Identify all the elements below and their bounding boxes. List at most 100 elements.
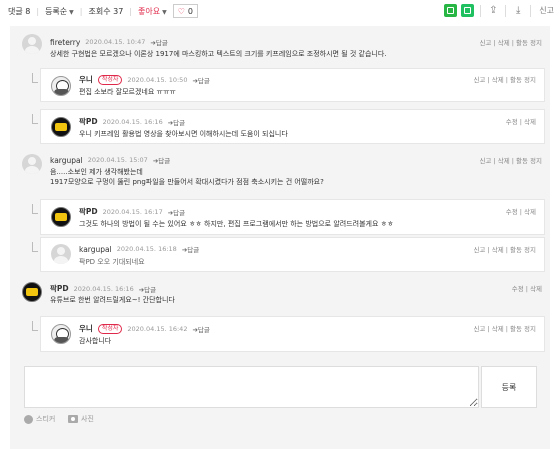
like-label: 좋아요 [138,6,161,16]
comment-actions[interactable]: 수정 | 삭제 [512,283,542,293]
reply-label: 답글 [158,157,171,165]
comment-count: 댓글 8 [8,6,31,16]
reply-button[interactable]: ➔답글 [150,37,167,47]
avatar[interactable] [51,324,71,344]
reply-label: 답글 [173,208,186,217]
reply-label: 답글 [197,325,210,334]
comment-toolbar: 댓글 8 | 등록순 ▼ | 조회수 37 | 좋아요 ▼ ♡ 0 ⇪ ⤓ 신고 [0,0,560,22]
reply-button[interactable]: ➔답글 [182,244,199,254]
comment-text-line: 음.....소보인 제가 생각해봤는데 [50,168,143,176]
report-button[interactable]: 신고 [539,5,554,16]
comment-actions[interactable]: 신고 | 삭제 | 활동 정지 [479,155,542,165]
comment-input[interactable] [24,366,479,408]
reply-item: 팍PD 2020.04.15. 16:17 ➔답글 그것도 하나의 방법이 될 … [32,199,545,235]
reply-label: 답글 [144,285,157,294]
comment-actions[interactable]: 신고 | 삭제 | 활동 정지 [473,323,536,333]
reply-arrow-icon [32,114,38,124]
camera-icon [68,415,78,423]
avatar[interactable] [22,282,42,302]
band-icon[interactable] [461,4,475,17]
avatar[interactable] [51,117,71,137]
comment-date: 2020.04.15. 16:16 [102,117,163,126]
reply-button[interactable]: ➔답글 [168,117,185,127]
like-button[interactable]: ♡ 0 [172,4,198,18]
toolbar-right: ⇪ ⤓ 신고 [444,4,554,17]
author-badge: 작성자 [97,74,123,85]
sticker-icon [24,414,33,424]
comment-date: 2020.04.15. 16:42 [127,324,188,333]
reply-button[interactable]: ➔답글 [168,207,185,217]
comment-author[interactable]: 팍PD [79,206,98,217]
reply-label: 답글 [173,118,186,127]
naver-cafe-icon[interactable] [444,4,458,17]
comment-item: 팍PD 2020.04.15. 16:16 ➔답글 유튜브로 한번 알려드릴게요… [10,276,550,312]
sticker-button[interactable]: 스티커 [24,414,55,424]
comment-text-line: 1917모양으로 구멍이 뚫린 png파일을 만들어서 확대시켰다가 점점 축소… [50,178,324,186]
comment-date: 2020.04.15. 16:18 [116,245,177,253]
reply-label: 답글 [155,39,168,47]
comment-actions[interactable]: 신고 | 삭제 | 활동 정지 [473,244,536,254]
reply-item: 팍PD 2020.04.15. 16:16 ➔답글 우니 키프레임 활용법 영상… [32,109,545,144]
heart-icon: ♡ [177,6,185,16]
view-count: 조회수 37 [88,6,124,16]
comment-text: 감사합니다 [79,337,112,345]
comment-actions[interactable]: 신고 | 삭제 | 활동 정지 [479,37,542,47]
reply-item: kargupal 2020.04.15. 16:18 ➔답글 팍PD 오오 기대… [32,237,545,272]
toolbar-left: 댓글 8 | 등록순 ▼ | 조회수 37 | 좋아요 ▼ ♡ 0 [0,4,198,18]
comment-actions[interactable]: 수정 | 삭제 [506,206,536,216]
comment-date: 2020.04.15. 10:50 [127,75,188,84]
comment-date: 2020.04.15. 16:17 [102,207,163,216]
caret-down-icon: ▼ [162,8,167,16]
submit-button[interactable]: 등록 [481,366,537,408]
comment-date: 2020.04.15. 15:07 [87,156,148,164]
comment-author[interactable]: 팍PD [50,283,69,294]
avatar[interactable] [51,244,71,264]
comment-actions[interactable]: 수정 | 삭제 [506,116,536,126]
comment-author[interactable]: 우니 [79,74,93,85]
reply-item: 우니 작성자 2020.04.15. 10:50 ➔답글 편집 소보라 잘모르겠… [32,68,545,102]
comment-author[interactable]: 우니 [79,323,93,334]
avatar[interactable] [51,207,71,227]
comment-author[interactable]: fireterry [50,38,80,47]
caret-down-icon: ▼ [69,8,74,16]
comment-author[interactable]: 팍PD [79,116,98,127]
comment-text: 유튜브로 한번 알려드릴게요~! 간단합니다 [50,296,175,304]
divider [530,4,532,17]
comment-text: 그것도 하나의 방법이 될 수는 있어요 ㅎㅎ 하지만, 편집 프로그램에서만 … [79,220,394,228]
photo-button[interactable]: 사진 [68,414,94,424]
comment-actions[interactable]: 신고 | 삭제 | 활동 정지 [473,74,536,84]
avatar[interactable] [22,34,42,54]
reply-arrow-icon [32,204,38,214]
reply-button[interactable]: ➔답글 [192,324,209,334]
divider [505,4,507,17]
reply-label: 답글 [197,76,210,85]
reply-button[interactable]: ➔답글 [139,284,156,294]
like-dropdown[interactable]: 좋아요 ▼ [138,6,167,17]
comment-author[interactable]: kargupal [79,245,112,254]
comment-text: 상세한 구현법은 모르겠으나 이론상 1917에 마스킹하고 텍스트의 크기를 … [50,50,387,58]
avatar[interactable] [22,154,42,174]
avatar[interactable] [51,76,71,96]
reply-arrow-icon [32,73,38,83]
comment-list: fireterry 2020.04.15. 10:47 ➔답글 상세한 구현법은… [10,26,550,449]
comment-author[interactable]: kargupal [50,156,83,165]
reply-arrow-icon [32,321,38,331]
comment-text: 우니 키프레임 활용법 영상을 찾아보시면 이해하시는데 도움이 되십니다 [79,130,288,138]
divider [480,4,482,17]
download-icon[interactable]: ⤓ [512,5,524,17]
comment-item: fireterry 2020.04.15. 10:47 ➔답글 상세한 구현법은… [10,26,550,70]
sort-label: 등록순 [45,6,68,16]
reply-item: 우니 작성자 2020.04.15. 16:42 ➔답글 감사합니다 신고 | … [32,316,545,352]
comment-text: 팍PD 오오 기대되네요 [79,258,145,266]
photo-label: 사진 [81,415,94,423]
sort-dropdown[interactable]: 등록순 ▼ [45,6,74,17]
reply-button[interactable]: ➔답글 [153,155,170,165]
author-badge: 작성자 [97,323,123,334]
divider: | [36,6,40,16]
reply-button[interactable]: ➔답글 [192,75,209,85]
divider: | [79,6,83,16]
share-icon[interactable]: ⇪ [487,5,499,17]
like-count: 0 [187,6,193,16]
reply-label: 답글 [187,246,200,254]
sticker-label: 스티커 [36,415,56,423]
